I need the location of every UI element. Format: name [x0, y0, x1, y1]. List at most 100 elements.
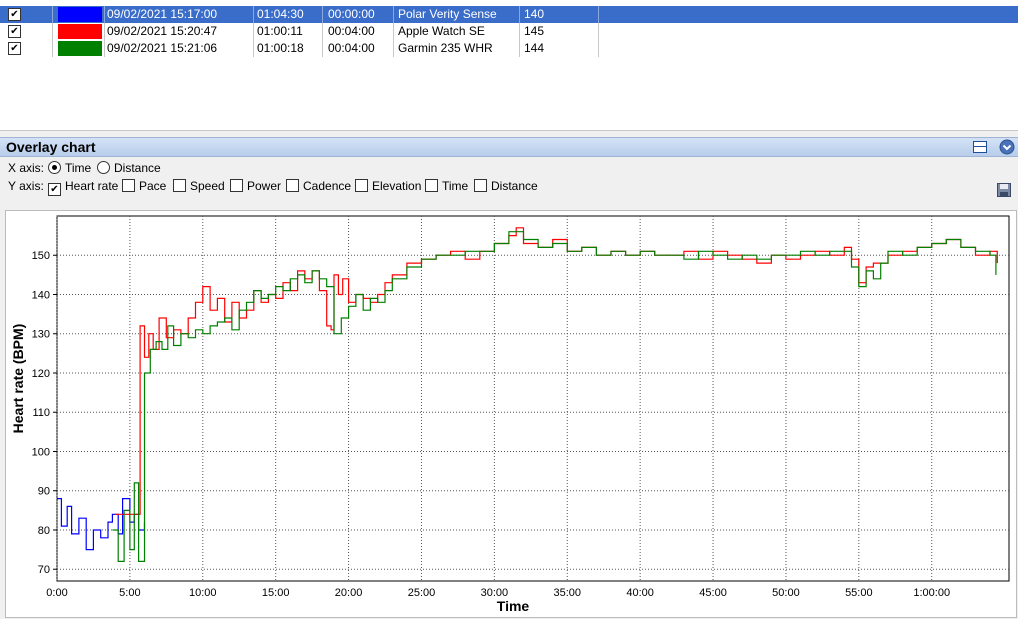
x-axis-title: Time: [497, 598, 530, 614]
activity-offset: 00:04:00: [328, 41, 375, 55]
y-option-cadence[interactable]: Cadence: [286, 178, 351, 194]
x-option-distance[interactable]: Distance: [97, 160, 161, 176]
activity-avg-hr: 144: [524, 41, 545, 55]
option-label: Heart rate: [65, 179, 119, 193]
column-separator: [322, 23, 323, 40]
activity-duration: 01:00:11: [257, 24, 303, 38]
x-tick-label: 50:00: [772, 587, 800, 599]
chevron-down-icon[interactable]: [999, 139, 1015, 155]
column-separator: [52, 40, 53, 57]
activity-row[interactable]: ✔ 09/02/2021 15:17:00 01:04:30 00:00:00 Pola…: [0, 6, 1018, 23]
activity-checkbox[interactable]: ✔: [8, 8, 21, 21]
checkbox[interactable]: [173, 179, 186, 192]
y-option-power[interactable]: Power: [230, 178, 281, 194]
option-label: Speed: [190, 179, 225, 193]
column-separator: [104, 23, 105, 40]
x-tick-label: 15:00: [262, 587, 290, 599]
color-swatch[interactable]: [58, 41, 102, 56]
x-tick-label: 35:00: [553, 587, 581, 599]
panel-title: Overlay chart: [6, 139, 96, 155]
option-label: Time: [442, 179, 469, 193]
option-label: Cadence: [303, 179, 352, 193]
column-separator: [519, 23, 520, 40]
activity-row[interactable]: ✔ 09/02/2021 15:20:47 01:00:11 00:04:00 Appl…: [0, 23, 1018, 40]
activity-device: Apple Watch SE: [398, 24, 485, 38]
overlay-chart-header: Overlay chart: [0, 137, 1018, 157]
x-tick-label: 5:00: [119, 587, 140, 599]
y-option-speed[interactable]: Speed: [173, 178, 225, 194]
activity-avg-hr: 140: [524, 7, 545, 21]
layout-icon[interactable]: [972, 139, 988, 155]
checkbox[interactable]: [286, 179, 299, 192]
activity-start: 09/02/2021 15:20:47: [107, 24, 218, 38]
x-option-time[interactable]: Time: [48, 160, 91, 176]
activity-checkbox[interactable]: ✔: [8, 25, 21, 38]
activity-duration: 01:04:30: [257, 7, 304, 21]
column-separator: [393, 23, 394, 40]
column-separator: [322, 6, 323, 23]
column-separator: [52, 23, 53, 40]
column-separator: [393, 6, 394, 23]
y-tick-label: 90: [38, 486, 50, 498]
x-tick-label: 20:00: [335, 587, 363, 599]
option-label: Time: [65, 161, 92, 175]
y-option-heart-rate[interactable]: ✔ Heart rate: [48, 178, 118, 196]
x-axis-label: X axis:: [8, 161, 45, 175]
column-separator: [519, 40, 520, 57]
x-tick-label: 25:00: [408, 587, 436, 599]
y-axis-label: Y axis:: [8, 179, 44, 193]
y-option-time[interactable]: Time: [425, 178, 468, 194]
column-separator: [253, 6, 254, 23]
y-tick-label: 100: [32, 446, 50, 458]
y-option-distance[interactable]: Distance: [474, 178, 538, 194]
activity-offset: 00:04:00: [328, 24, 375, 38]
activity-avg-hr: 145: [524, 24, 545, 38]
activity-start: 09/02/2021 15:21:06: [107, 41, 218, 55]
heart-rate-chart: 0:00 5:00 10:00 15:00 20:00 25:00 30:00 35:00 40…: [10, 215, 1010, 614]
checkbox[interactable]: [355, 179, 368, 192]
y-axis-title: Heart rate (BPM): [10, 324, 26, 434]
column-separator: [52, 6, 53, 23]
checkbox[interactable]: [230, 179, 243, 192]
y-option-pace[interactable]: Pace: [122, 178, 166, 194]
y-option-elevation[interactable]: Elevation: [355, 178, 421, 194]
column-separator: [104, 40, 105, 57]
column-separator: [253, 40, 254, 57]
activity-offset: 00:00:00: [328, 7, 375, 21]
activity-start: 09/02/2021 15:17:00: [107, 7, 218, 21]
column-separator: [253, 23, 254, 40]
column-separator: [519, 6, 520, 23]
save-icon[interactable]: [996, 182, 1012, 198]
y-tick-label: 120: [32, 368, 50, 380]
color-swatch[interactable]: [58, 7, 102, 22]
column-separator: [393, 40, 394, 57]
x-tick-label: 1:00:00: [913, 587, 950, 599]
checkbox[interactable]: [122, 179, 135, 192]
checkbox[interactable]: [425, 179, 438, 192]
checkbox[interactable]: ✔: [48, 183, 61, 196]
x-tick-label: 0:00: [46, 587, 67, 599]
activity-device: Garmin 235 WHR: [398, 41, 493, 55]
checkbox[interactable]: [474, 179, 487, 192]
option-label: Pace: [139, 179, 167, 193]
x-tick-label: 55:00: [845, 587, 873, 599]
column-separator: [598, 6, 599, 23]
x-tick-label: 40:00: [626, 587, 654, 599]
activity-duration: 01:00:18: [257, 41, 304, 55]
y-tick-label: 80: [38, 525, 50, 537]
y-tick-label: 70: [38, 564, 50, 576]
activity-list: ✔ 09/02/2021 15:17:00 01:04:30 00:00:00 Pola…: [0, 0, 1018, 131]
radio-button[interactable]: [97, 161, 110, 174]
option-label: Distance: [114, 161, 161, 175]
y-tick-label: 130: [32, 329, 50, 341]
x-tick-label: 10:00: [189, 587, 217, 599]
y-tick-label: 140: [32, 289, 50, 301]
color-swatch[interactable]: [58, 24, 102, 39]
radio-button[interactable]: [48, 161, 61, 174]
column-separator: [322, 40, 323, 57]
x-tick-label: 45:00: [699, 587, 727, 599]
activity-checkbox[interactable]: ✔: [8, 42, 21, 55]
y-tick-label: 150: [32, 250, 50, 262]
activity-row[interactable]: ✔ 09/02/2021 15:21:06 01:00:18 00:04:00 Garm…: [0, 40, 1018, 57]
column-separator: [104, 6, 105, 23]
